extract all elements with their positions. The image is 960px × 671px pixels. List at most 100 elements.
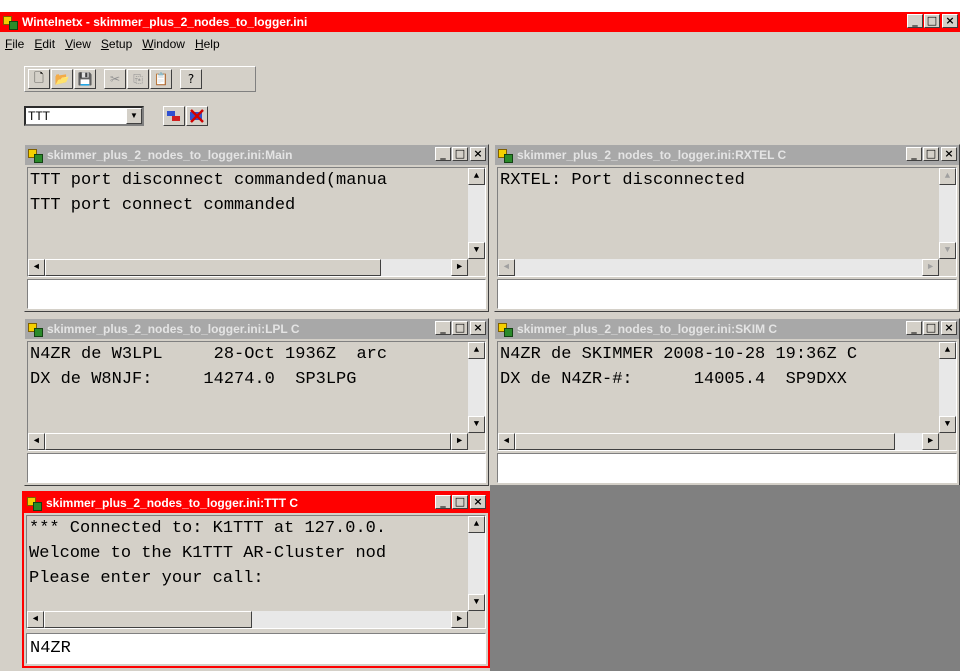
- close-button[interactable]: ×: [470, 147, 486, 161]
- scroll-down-icon[interactable]: ▼: [468, 416, 485, 433]
- horizontal-scrollbar[interactable]: ◄ ►: [27, 611, 468, 628]
- scroll-up-icon[interactable]: ▲: [468, 168, 485, 185]
- menu-view[interactable]: View: [60, 37, 96, 51]
- minimize-button[interactable]: _: [907, 14, 923, 28]
- horizontal-scrollbar[interactable]: ◄ ►: [498, 433, 939, 450]
- vertical-scrollbar[interactable]: ▲ ▼: [939, 168, 956, 259]
- window-lpl[interactable]: skimmer_plus_2_nodes_to_logger.ini:LPL C…: [24, 318, 489, 486]
- maximize-button[interactable]: □: [452, 147, 468, 161]
- vertical-scrollbar[interactable]: ▲ ▼: [468, 516, 485, 611]
- scroll-left-icon[interactable]: ◄: [28, 259, 45, 276]
- menubar: File Edit View Setup Window Help: [0, 34, 960, 54]
- window-skim-input[interactable]: [497, 453, 957, 483]
- menu-file[interactable]: File: [0, 37, 29, 51]
- horizontal-scrollbar[interactable]: ◄ ►: [28, 433, 468, 450]
- window-main-input[interactable]: [27, 279, 486, 309]
- window-main-output[interactable]: TTT port disconnect commanded(manua TTT …: [27, 167, 486, 277]
- window-lpl-output[interactable]: N4ZR de W3LPL 28-Oct 1936Z arc DX de W8N…: [27, 341, 486, 451]
- close-button[interactable]: ×: [470, 495, 486, 509]
- minimize-button[interactable]: _: [906, 147, 922, 161]
- scroll-down-icon[interactable]: ▼: [939, 242, 956, 259]
- minimize-button[interactable]: _: [435, 321, 451, 335]
- copy-icon[interactable]: ⎘: [127, 69, 149, 89]
- vertical-scrollbar[interactable]: ▲ ▼: [939, 342, 956, 433]
- maximize-button[interactable]: □: [452, 495, 468, 509]
- scroll-right-icon[interactable]: ►: [451, 259, 468, 276]
- window-skim-output[interactable]: N4ZR de SKIMMER 2008-10-28 19:36Z C DX d…: [497, 341, 957, 451]
- scroll-down-icon[interactable]: ▼: [468, 594, 485, 611]
- minimize-button[interactable]: _: [906, 321, 922, 335]
- window-rxtel-title: skimmer_plus_2_nodes_to_logger.ini:RXTEL…: [517, 148, 787, 162]
- window-main-title: skimmer_plus_2_nodes_to_logger.ini:Main: [47, 148, 293, 162]
- window-ttt-titlebar[interactable]: skimmer_plus_2_nodes_to_logger.ini:TTT C…: [24, 493, 488, 513]
- app-icon: [2, 14, 18, 30]
- scroll-right-icon[interactable]: ►: [922, 433, 939, 450]
- scroll-left-icon[interactable]: ◄: [498, 433, 515, 450]
- app-window-controls: _ □ ×: [906, 14, 958, 28]
- window-lpl-input[interactable]: [27, 453, 486, 483]
- scroll-right-icon[interactable]: ►: [451, 433, 468, 450]
- menu-window[interactable]: Window: [137, 37, 190, 51]
- scroll-up-icon[interactable]: ▲: [939, 168, 956, 185]
- window-rxtel-input[interactable]: [497, 279, 957, 309]
- vertical-scrollbar[interactable]: ▲ ▼: [468, 342, 485, 433]
- window-ttt-output[interactable]: *** Connected to: K1TTT at 127.0.0. Welc…: [26, 515, 486, 629]
- disconnect-icon[interactable]: [186, 106, 208, 126]
- output-line: N4ZR de SKIMMER 2008-10-28 19:36Z C: [500, 345, 858, 364]
- close-button[interactable]: ×: [941, 321, 957, 335]
- scrollbar-thumb[interactable]: [45, 433, 451, 450]
- open-folder-icon[interactable]: 📂: [51, 69, 73, 89]
- scroll-down-icon[interactable]: ▼: [939, 416, 956, 433]
- horizontal-scrollbar[interactable]: ◄ ►: [498, 259, 939, 276]
- window-ttt[interactable]: skimmer_plus_2_nodes_to_logger.ini:TTT C…: [22, 491, 490, 668]
- scrollbar-thumb[interactable]: [45, 259, 381, 276]
- minimize-button[interactable]: _: [435, 495, 451, 509]
- window-main[interactable]: skimmer_plus_2_nodes_to_logger.ini:Main …: [24, 144, 489, 312]
- scrollbar-thumb[interactable]: [44, 611, 252, 628]
- output-line: DX de W8NJF: 14274.0 SP3LPG: [30, 370, 357, 389]
- scroll-left-icon[interactable]: ◄: [498, 259, 515, 276]
- scroll-down-icon[interactable]: ▼: [468, 242, 485, 259]
- menu-help[interactable]: Help: [190, 37, 225, 51]
- paste-icon[interactable]: 📋: [150, 69, 172, 89]
- scroll-up-icon[interactable]: ▲: [939, 342, 956, 359]
- maximize-button[interactable]: □: [452, 321, 468, 335]
- output-line: DX de N4ZR-#: 14005.4 SP9DXX: [500, 370, 847, 389]
- minimize-button[interactable]: _: [435, 147, 451, 161]
- vertical-scrollbar[interactable]: ▲ ▼: [468, 168, 485, 259]
- port-select[interactable]: TTT ▼: [24, 106, 144, 126]
- window-rxtel-titlebar[interactable]: skimmer_plus_2_nodes_to_logger.ini:RXTEL…: [495, 145, 959, 165]
- close-button[interactable]: ×: [941, 147, 957, 161]
- close-button[interactable]: ×: [942, 14, 958, 28]
- maximize-button[interactable]: □: [923, 321, 939, 335]
- app-titlebar[interactable]: Wintelnetx - skimmer_plus_2_nodes_to_log…: [0, 12, 960, 32]
- output-line: *** Connected to: K1TTT at 127.0.0.: [29, 519, 387, 538]
- menu-setup[interactable]: Setup: [96, 37, 137, 51]
- window-rxtel-output[interactable]: RXTEL: Port disconnected ▲ ▼ ◄ ►: [497, 167, 957, 277]
- window-skim[interactable]: skimmer_plus_2_nodes_to_logger.ini:SKIM …: [494, 318, 960, 486]
- scroll-up-icon[interactable]: ▲: [468, 342, 485, 359]
- scroll-left-icon[interactable]: ◄: [28, 433, 45, 450]
- new-file-icon[interactable]: 🗋: [28, 69, 50, 89]
- window-lpl-title: skimmer_plus_2_nodes_to_logger.ini:LPL C: [47, 322, 300, 336]
- chevron-down-icon[interactable]: ▼: [126, 108, 142, 124]
- scrollbar-thumb[interactable]: [515, 433, 895, 450]
- scroll-right-icon[interactable]: ►: [922, 259, 939, 276]
- close-button[interactable]: ×: [470, 321, 486, 335]
- scroll-left-icon[interactable]: ◄: [27, 611, 44, 628]
- help-icon[interactable]: ?: [180, 69, 202, 89]
- window-skim-titlebar[interactable]: skimmer_plus_2_nodes_to_logger.ini:SKIM …: [495, 319, 959, 339]
- maximize-button[interactable]: □: [924, 14, 940, 28]
- connect-icon[interactable]: [163, 106, 185, 126]
- window-main-titlebar[interactable]: skimmer_plus_2_nodes_to_logger.ini:Main …: [25, 145, 488, 165]
- save-icon[interactable]: 💾: [74, 69, 96, 89]
- menu-edit[interactable]: Edit: [29, 37, 60, 51]
- horizontal-scrollbar[interactable]: ◄ ►: [28, 259, 468, 276]
- window-lpl-titlebar[interactable]: skimmer_plus_2_nodes_to_logger.ini:LPL C…: [25, 319, 488, 339]
- cut-icon[interactable]: ✂: [104, 69, 126, 89]
- scroll-up-icon[interactable]: ▲: [468, 516, 485, 533]
- scroll-right-icon[interactable]: ►: [451, 611, 468, 628]
- window-ttt-input[interactable]: N4ZR: [26, 633, 486, 664]
- maximize-button[interactable]: □: [923, 147, 939, 161]
- window-rxtel[interactable]: skimmer_plus_2_nodes_to_logger.ini:RXTEL…: [494, 144, 960, 312]
